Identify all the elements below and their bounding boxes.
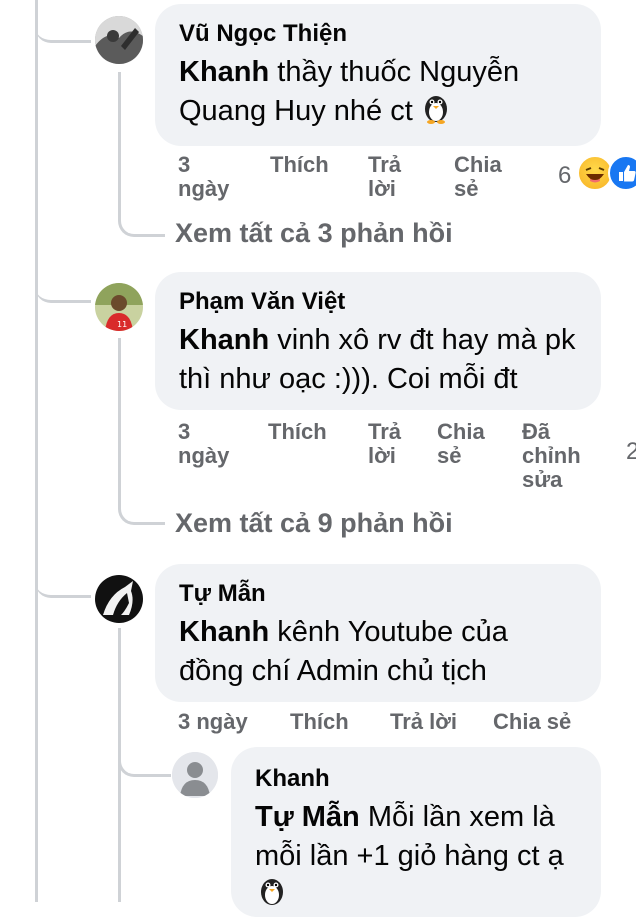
comment-author[interactable]: Tự Mẫn [179, 580, 579, 608]
comment-bubble: Tự Mẫn Khanh kênh Youtube của đồng chí A… [155, 564, 601, 702]
comment-text: Khanh thầy thuốc Nguyễn Quang Huy nhé ct [179, 53, 579, 135]
reaction-count[interactable]: 2 [626, 438, 636, 466]
thread-connector-replies-1 [118, 190, 165, 237]
view-all-replies-link[interactable]: Xem tất cả 9 phản hồi [175, 507, 453, 539]
thread-connector-replies-2 [118, 478, 165, 525]
mention-link[interactable]: Khanh [179, 324, 269, 356]
thread-line-sub-2 [118, 338, 121, 488]
share-button[interactable]: Chia sẻ [493, 710, 571, 734]
comment-time[interactable]: 3 ngày [178, 710, 248, 734]
reply-text: Tự Mẫn Mỗi lần xem là mỗi lần +1 giỏ hàn… [255, 798, 579, 876]
comment-bubble: Vũ Ngọc Thiện Khanh thầy thuốc Nguyễn Qu… [155, 4, 601, 146]
view-all-replies-link[interactable]: Xem tất cả 3 phản hồi [175, 217, 453, 249]
thread-connector-2 [35, 260, 91, 303]
share-button[interactable]: Chia sẻ [454, 153, 514, 201]
thread-connector-1 [35, 0, 91, 43]
like-button[interactable]: Thích [270, 153, 329, 177]
reply-bubble: Khanh Tự Mẫn Mỗi lần xem là mỗi lần +1 g… [231, 747, 601, 917]
penguin-emoji-icon [421, 92, 451, 135]
reply-author[interactable]: Khanh [255, 765, 579, 793]
mention-link[interactable]: Tự Mẫn [255, 801, 360, 833]
comment-time[interactable]: 3 ngày [178, 420, 238, 468]
reaction-count[interactable]: 6 [558, 162, 571, 190]
like-reaction-icon [608, 155, 636, 191]
default-avatar-icon[interactable] [172, 752, 218, 798]
thread-line-main [35, 0, 38, 902]
comment-author[interactable]: Vũ Ngọc Thiện [179, 20, 579, 48]
comment-text: Khanh kênh Youtube của đồng chí Admin ch… [179, 613, 579, 691]
svg-text:11: 11 [117, 320, 127, 329]
thread-connector-reply [118, 730, 171, 777]
comment-author[interactable]: Phạm Văn Việt [179, 288, 579, 316]
comment-text: Khanh vinh xô rv đt hay mà pk thì như oạ… [179, 321, 579, 399]
share-button[interactable]: Chia sẻ [437, 420, 497, 468]
reply-button[interactable]: Trả lời [368, 153, 418, 201]
mention-link[interactable]: Khanh [179, 56, 269, 88]
avatar[interactable]: 11 [95, 283, 143, 331]
avatar[interactable] [95, 16, 143, 64]
like-button[interactable]: Thích [290, 710, 349, 734]
reply-button[interactable]: Trả lời [368, 420, 418, 468]
comment-time[interactable]: 3 ngày [178, 153, 238, 201]
thread-connector-3 [35, 555, 91, 598]
reply-button[interactable]: Trả lời [390, 710, 457, 734]
edited-label[interactable]: Đã chỉnh sửa [522, 420, 592, 492]
like-button[interactable]: Thích [268, 420, 327, 444]
avatar[interactable] [95, 575, 143, 623]
penguin-emoji-icon [257, 875, 287, 912]
comment-bubble: Phạm Văn Việt Khanh vinh xô rv đt hay mà… [155, 272, 601, 410]
mention-link[interactable]: Khanh [179, 616, 269, 648]
